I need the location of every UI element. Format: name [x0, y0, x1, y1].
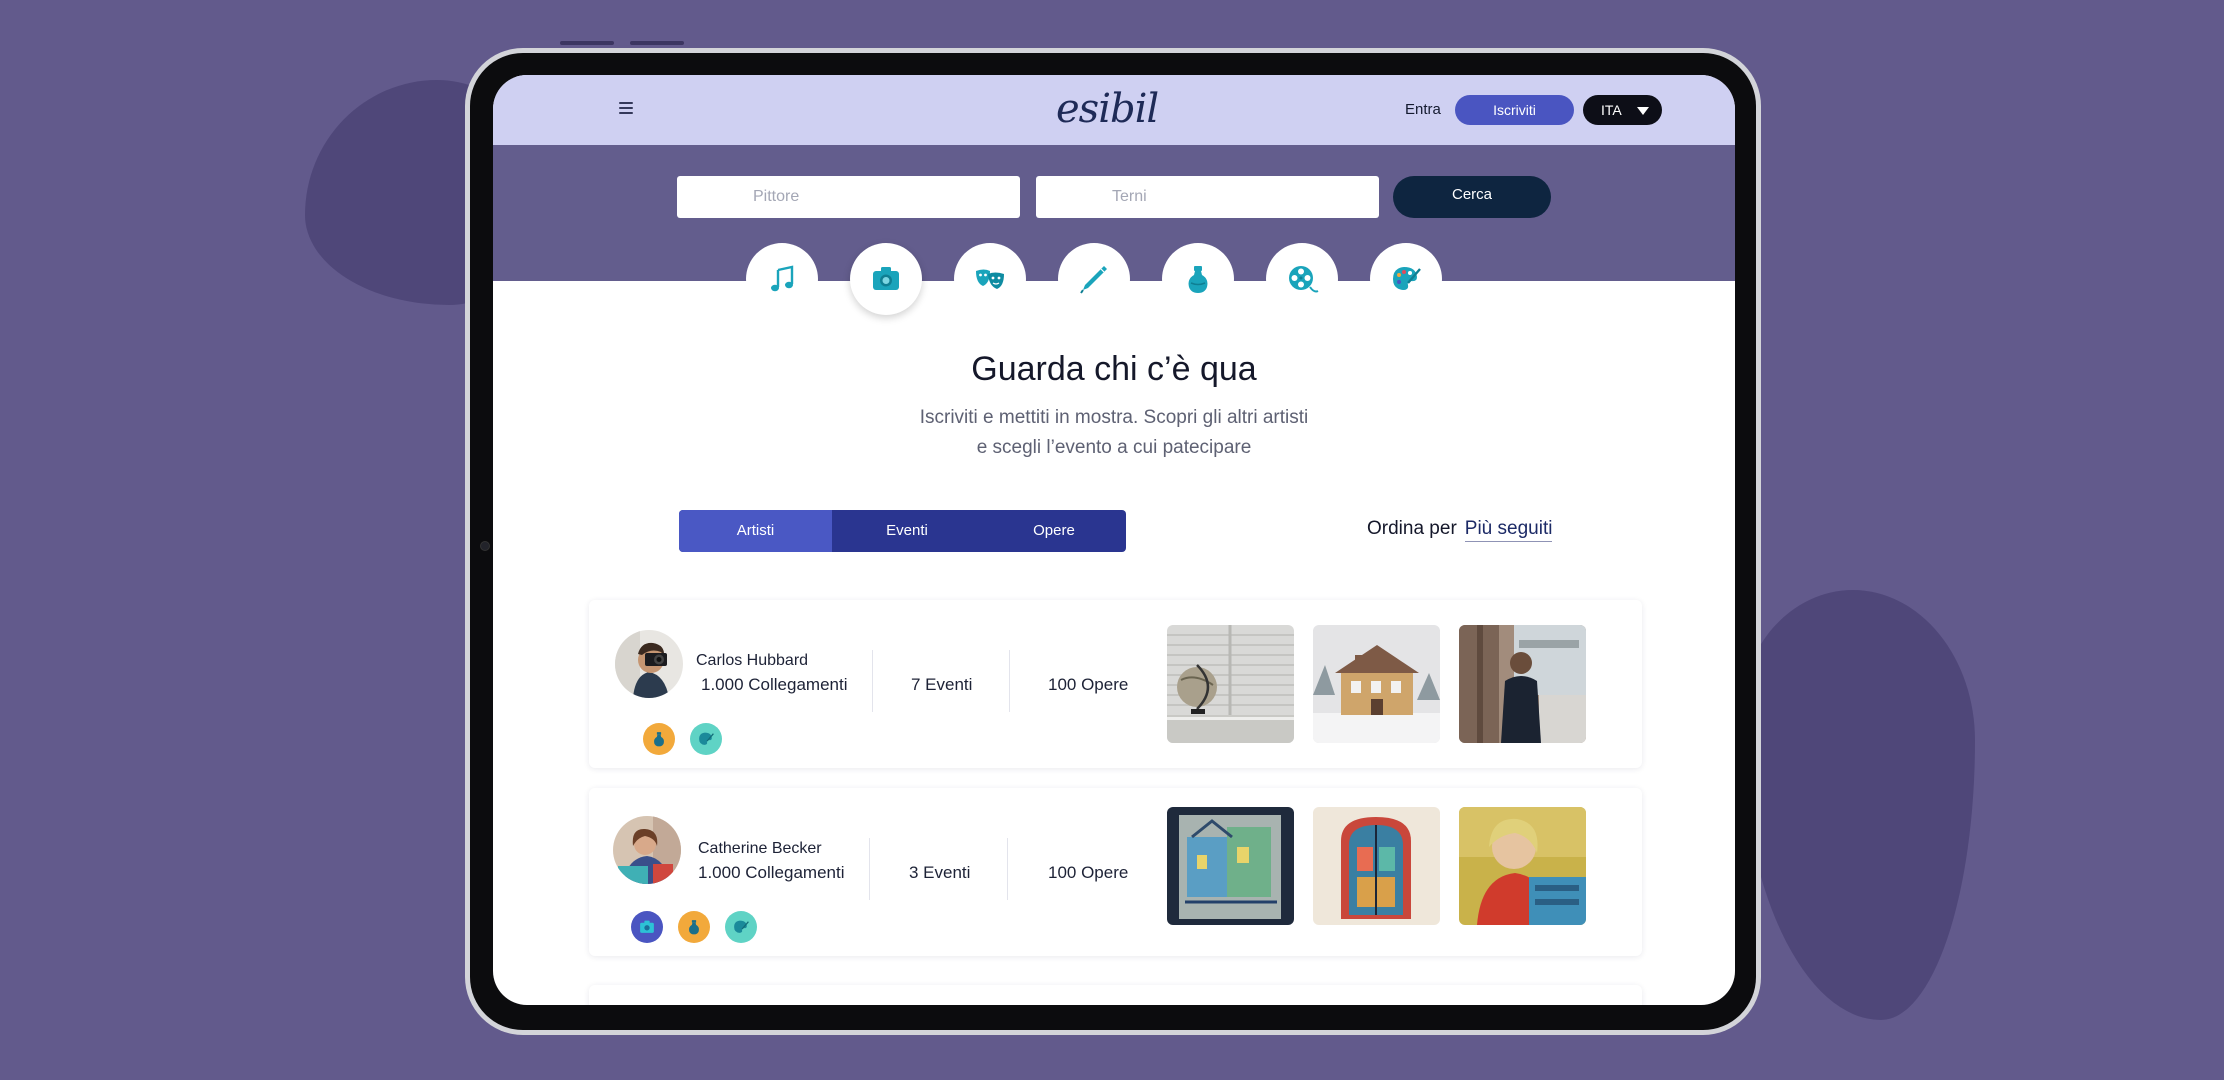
palette-badge	[725, 911, 757, 943]
hamburger-menu-icon[interactable]	[619, 102, 633, 114]
category-theater[interactable]	[954, 243, 1026, 315]
theater-masks-icon	[976, 269, 1004, 289]
artist-name[interactable]: Carlos Hubbard	[696, 652, 808, 670]
vase-icon	[689, 920, 699, 935]
language-value: ITA	[1601, 102, 1622, 118]
artist-name[interactable]: Catherine Becker	[698, 840, 822, 858]
sort-control: Ordina per Più seguiti	[1367, 518, 1553, 542]
sort-label: Ordina per	[1367, 518, 1457, 539]
artwork-thumbnail[interactable]	[1313, 807, 1440, 925]
artist-connections: 1.000 Collegamenti	[701, 675, 848, 694]
subtitle-line-1: Iscriviti e mettiti in mostra. Scopri gl…	[919, 407, 1309, 428]
page-title: Guarda chi c’è qua	[971, 350, 1257, 388]
artist-type-search-input[interactable]	[677, 176, 1020, 218]
palette-icon	[699, 732, 714, 745]
category-painting[interactable]	[1370, 243, 1442, 315]
artwork-thumbnail[interactable]	[1459, 807, 1586, 925]
artist-events-count: 7 Eventi	[911, 675, 973, 694]
camera-icon	[640, 920, 654, 933]
palette-badge	[690, 723, 722, 755]
tab-events[interactable]: Eventi	[832, 510, 982, 552]
film-reel-icon	[1289, 266, 1319, 293]
artwork-thumbnail[interactable]	[1167, 625, 1294, 743]
page-subtitle: Iscriviti e mettiti in mostra. Scopri gl…	[493, 403, 1735, 463]
caret-down-icon	[1637, 107, 1649, 115]
top-navigation-bar: esibil Entra Iscriviti ITA	[493, 75, 1735, 145]
category-selector	[746, 243, 1446, 323]
subtitle-line-2: e scegli l’evento a cui patecipare	[976, 437, 1252, 458]
device-button	[560, 41, 614, 45]
device-camera	[480, 541, 490, 551]
vase-badge	[643, 723, 675, 755]
pen-icon	[1080, 266, 1107, 294]
music-note-icon	[771, 265, 794, 292]
divider	[1009, 650, 1010, 712]
artwork-thumbnail[interactable]	[1459, 625, 1586, 743]
content-tabs: Artisti Eventi Opere	[679, 510, 1126, 552]
device-button	[630, 41, 684, 45]
camera-icon	[873, 267, 899, 290]
divider	[872, 650, 873, 712]
language-select[interactable]: ITA	[1583, 95, 1662, 125]
artist-connections: 1.000 Collegamenti	[698, 863, 845, 882]
login-button[interactable]: Entra	[1405, 95, 1441, 125]
artwork-thumbnail[interactable]	[1313, 625, 1440, 743]
palette-icon	[1393, 267, 1421, 290]
artist-works-count: 100 Opere	[1048, 675, 1129, 694]
avatar[interactable]	[615, 630, 683, 698]
sort-dropdown[interactable]: Più seguiti	[1464, 518, 1553, 542]
category-photography[interactable]	[850, 243, 922, 315]
camera-badge	[631, 911, 663, 943]
tab-works[interactable]: Opere	[982, 510, 1126, 552]
decorative-blob-right	[1740, 590, 1975, 1020]
category-music[interactable]	[746, 243, 818, 315]
location-search-input[interactable]	[1036, 176, 1379, 218]
artist-works-count: 100 Opere	[1048, 863, 1129, 882]
tab-artists[interactable]: Artisti	[679, 510, 832, 552]
category-ceramics[interactable]	[1162, 243, 1234, 315]
brand-logo[interactable]: esibil	[1056, 83, 1166, 135]
tablet-device-frame: esibil Entra Iscriviti ITA Cerca	[465, 41, 1761, 1035]
vase-badge	[678, 911, 710, 943]
artist-events-count: 3 Eventi	[909, 863, 971, 882]
app-screen: esibil Entra Iscriviti ITA Cerca	[493, 75, 1735, 1005]
vase-icon	[1188, 266, 1208, 293]
artist-card-partial[interactable]	[589, 985, 1642, 1005]
artist-card[interactable]: Catherine Becker 1.000 Collegamenti 3 Ev…	[589, 788, 1642, 956]
divider	[869, 838, 870, 900]
signup-button[interactable]: Iscriviti	[1455, 95, 1574, 125]
palette-icon	[734, 920, 749, 933]
artwork-thumbnail[interactable]	[1167, 807, 1294, 925]
avatar[interactable]	[613, 816, 681, 884]
vase-icon	[654, 732, 664, 747]
category-writing[interactable]	[1058, 243, 1130, 315]
artist-card[interactable]: Carlos Hubbard 1.000 Collegamenti 7 Even…	[589, 600, 1642, 768]
search-button[interactable]: Cerca	[1393, 176, 1551, 218]
divider	[1007, 838, 1008, 900]
category-cinema[interactable]	[1266, 243, 1338, 315]
